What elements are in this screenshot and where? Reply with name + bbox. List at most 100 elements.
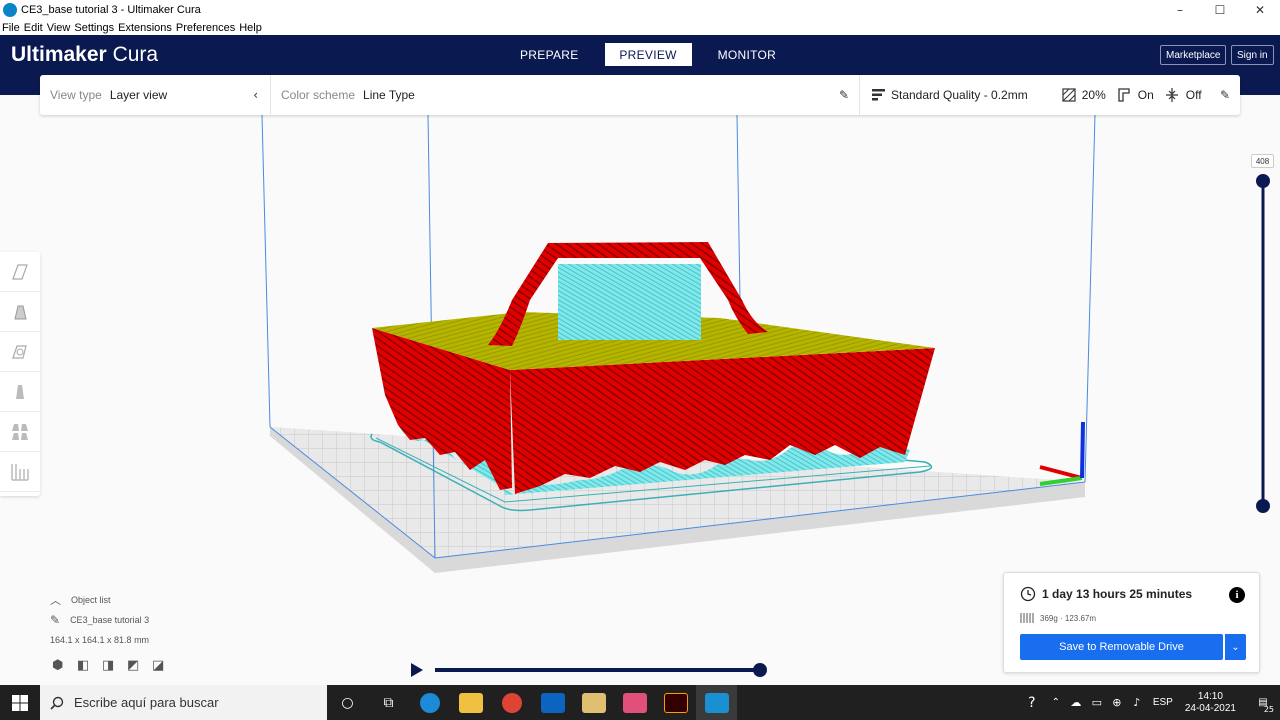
per-model-settings-icon	[12, 423, 28, 440]
per-model-settings-tool[interactable]	[0, 412, 40, 452]
object-name: CE3_base tutorial 3	[70, 615, 150, 625]
taskbar-search[interactable]: Escribe aquí para buscar	[40, 685, 327, 720]
left-view-icon[interactable]: ◩	[127, 658, 152, 674]
scale-tool[interactable]	[0, 292, 40, 332]
creative-cloud-icon[interactable]	[614, 685, 655, 720]
start-button[interactable]	[0, 685, 40, 720]
color-scheme-label: Color scheme	[281, 88, 356, 102]
save-to-drive-button[interactable]: Save to Removable Drive	[1020, 634, 1223, 660]
chevron-up-icon[interactable]: ⌃	[1047, 685, 1065, 720]
object-list-toggle[interactable]: ︿ Object list	[50, 590, 250, 610]
rotate-icon	[12, 344, 27, 359]
notification-count: 25	[1263, 705, 1274, 714]
battery-icon[interactable]: ▭	[1087, 685, 1107, 720]
clock-icon	[1020, 586, 1036, 602]
tab-prepare[interactable]: PREPARE	[507, 43, 592, 66]
chrome-icon[interactable]	[491, 685, 532, 720]
chevron-left-icon[interactable]: ‹	[253, 88, 258, 102]
layer-slider-max-handle	[1256, 174, 1270, 188]
object-name-row: ✎ CE3_base tutorial 3	[50, 610, 250, 630]
front-view-icon[interactable]: ◧	[77, 658, 102, 674]
infill-icon	[1062, 88, 1076, 102]
edge-icon[interactable]	[409, 685, 450, 720]
clock[interactable]: 14:10 24-04-2021	[1185, 691, 1236, 715]
illustrator-icon[interactable]	[655, 685, 696, 720]
mirror-tool[interactable]	[0, 372, 40, 412]
tool-panel	[0, 252, 40, 496]
print-settings-selector[interactable]: Standard Quality - 0.2mm 20% On Off ✎	[860, 75, 1240, 115]
material-usage: 369g · 123.67m	[1040, 613, 1097, 623]
outlook-icon[interactable]	[532, 685, 573, 720]
cura-taskbar-icon[interactable]	[696, 685, 737, 720]
support-value: On	[1137, 88, 1154, 102]
support-icon	[1118, 88, 1130, 102]
layer-number[interactable]: 408	[1251, 154, 1274, 168]
search-placeholder: Escribe aquí para buscar	[74, 695, 219, 710]
adhesion-icon	[1165, 88, 1178, 102]
cortana-icon[interactable]: ○	[327, 685, 368, 720]
move-icon	[12, 263, 28, 280]
window-controls: – ☐ ✕	[1160, 0, 1280, 20]
quality-profile: Standard Quality - 0.2mm	[891, 88, 1028, 102]
pencil-icon[interactable]: ✎	[1220, 88, 1230, 102]
close-button[interactable]: ✕	[1240, 0, 1280, 20]
color-scheme-selector[interactable]: Color scheme Line Type ✎	[271, 75, 859, 115]
menu-extensions[interactable]: Extensions	[118, 22, 172, 34]
menu-preferences[interactable]: Preferences	[176, 22, 235, 34]
layer-slider-min-handle	[1256, 499, 1270, 513]
windows-taskbar: Escribe aquí para buscar ○ ⧉ ? ⌃ ☁ ▭ ⊕ ♪…	[0, 685, 1280, 720]
network-icon[interactable]: ⊕	[1107, 685, 1127, 720]
print-time-row: 1 day 13 hours 25 minutes	[1020, 586, 1192, 602]
chevron-up-icon: ︿	[50, 594, 61, 607]
rotate-tool[interactable]	[0, 332, 40, 372]
quality-icon	[872, 89, 885, 101]
minimize-button[interactable]: –	[1160, 0, 1200, 20]
tab-monitor[interactable]: MONITOR	[705, 43, 790, 66]
right-view-icon[interactable]: ◪	[152, 658, 177, 674]
chevron-down-icon[interactable]: ⌄	[1224, 634, 1246, 660]
app-icon[interactable]	[573, 685, 614, 720]
cloud-icon[interactable]: ☁	[1065, 685, 1087, 720]
windows-logo-icon	[12, 694, 28, 711]
maximize-button[interactable]: ☐	[1200, 0, 1240, 20]
info-icon[interactable]: i	[1229, 587, 1245, 603]
3d-view-icon[interactable]: ⬢	[52, 658, 77, 674]
menu-help[interactable]: Help	[239, 22, 262, 34]
notifications-icon[interactable]: ▤ 25	[1246, 685, 1280, 720]
simulation-bar	[411, 663, 767, 677]
path-slider-handle[interactable]	[753, 663, 767, 677]
play-icon[interactable]	[411, 663, 423, 677]
sign-in-button[interactable]: Sign in	[1231, 45, 1274, 65]
move-tool[interactable]	[0, 252, 40, 292]
camera-view-buttons: ⬢ ◧ ◨ ◩ ◪	[52, 658, 177, 674]
color-scheme-value: Line Type	[363, 88, 415, 102]
mirror-icon	[16, 384, 24, 399]
window-title: CE3_base tutorial 3 - Ultimaker Cura	[21, 4, 201, 16]
menu-file[interactable]: File	[2, 22, 20, 34]
menu-settings[interactable]: Settings	[74, 22, 114, 34]
support-blocker-icon	[11, 463, 29, 481]
task-view-icon[interactable]: ⧉	[368, 685, 409, 720]
print-info-panel: 1 day 13 hours 25 minutes i 369g · 123.6…	[1003, 572, 1260, 673]
spool-icon	[1020, 613, 1034, 623]
pencil-icon[interactable]: ✎	[839, 88, 849, 102]
view-type-selector[interactable]: View type Layer view ‹	[40, 75, 270, 115]
menu-edit[interactable]: Edit	[24, 22, 43, 34]
file-explorer-icon[interactable]	[450, 685, 491, 720]
menu-view[interactable]: View	[47, 22, 71, 34]
volume-icon[interactable]: ♪	[1127, 685, 1147, 720]
object-selector: ︿ Object list ✎ CE3_base tutorial 3 164.…	[50, 590, 250, 650]
system-tray: ? ⌃ ☁ ▭ ⊕ ♪ ESP 14:10 24-04-2021 ▤ 25	[1017, 685, 1280, 720]
adhesion-value: Off	[1185, 88, 1202, 102]
view-type-value: Layer view	[109, 88, 168, 102]
top-view-icon[interactable]: ◨	[102, 658, 127, 674]
pencil-icon[interactable]: ✎	[50, 613, 60, 627]
marketplace-button[interactable]: Marketplace	[1160, 45, 1227, 65]
window-titlebar: CE3_base tutorial 3 - Ultimaker Cura – ☐…	[0, 0, 1280, 20]
tab-preview[interactable]: PREVIEW	[604, 43, 692, 66]
help-icon[interactable]: ?	[1017, 685, 1047, 720]
layer-slider[interactable]	[1252, 170, 1274, 515]
language-indicator[interactable]: ESP	[1153, 697, 1173, 708]
ultimaker-cura-logo: Ultimaker Cura	[11, 43, 159, 66]
support-blocker-tool[interactable]	[0, 452, 40, 492]
